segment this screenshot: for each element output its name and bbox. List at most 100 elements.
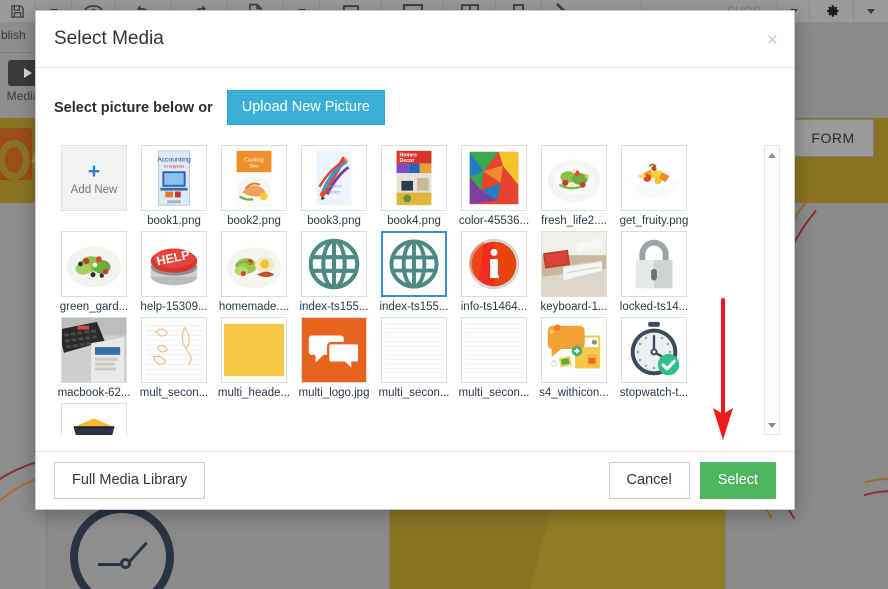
media-item[interactable]: Creative design book3.png: [294, 145, 374, 231]
help-button-thumbnail-art: HELP: [142, 232, 206, 297]
plus-icon: +: [87, 159, 101, 183]
media-item[interactable]: Homes Decor book4.png: [374, 145, 454, 231]
media-item[interactable]: green_gard...: [54, 231, 134, 317]
upload-new-picture-button[interactable]: Upload New Picture: [226, 90, 385, 126]
media-thumbnail: HELP: [141, 231, 207, 298]
media-item-filename: multi_secon...: [378, 387, 450, 400]
media-item-filename: homemade....: [218, 301, 290, 314]
keyboard-thumbnail-art: [542, 232, 606, 297]
faint-sketch-thumbnail-art: [142, 318, 206, 383]
media-item[interactable]: mult_secon...: [134, 317, 214, 403]
media-thumbnail: [381, 231, 447, 298]
media-item-filename: fresh_life2....: [541, 215, 607, 228]
macbook-thumbnail-art: [62, 318, 126, 383]
media-item[interactable]: color-45536...: [454, 145, 534, 231]
media-item[interactable]: wagon-ts14...: [54, 403, 134, 436]
media-item[interactable]: macbook-62...: [54, 317, 134, 403]
media-item[interactable]: ⏱ s4_withicon...: [534, 317, 614, 403]
s4-icons-thumbnail-art: ⏱: [542, 318, 606, 383]
media-thumbnail: [461, 231, 527, 298]
full-media-library-button[interactable]: Full Media Library: [54, 461, 206, 500]
media-thumbnail: [301, 231, 367, 298]
media-thumbnail: ⏱: [541, 317, 607, 384]
media-item[interactable]: fresh_life2....: [534, 145, 614, 231]
media-item-filename: book1.png: [147, 215, 201, 228]
media-item[interactable]: locked-ts14...: [614, 231, 694, 317]
svg-text:Decor: Decor: [399, 158, 414, 164]
media-item-filename: multi_secon...: [458, 387, 530, 400]
media-item-filename: mult_secon...: [139, 387, 209, 400]
close-icon[interactable]: ×: [767, 31, 778, 50]
media-thumbnail: [621, 231, 687, 298]
media-item[interactable]: multi_secon...: [454, 317, 534, 403]
media-item[interactable]: HELP help-15309...: [134, 231, 214, 317]
media-item[interactable]: Cooking Time book2.png: [214, 145, 294, 231]
media-thumbnail: [221, 317, 287, 384]
picker-instruction-label: Select picture below or: [54, 99, 213, 116]
play-icon: [24, 68, 32, 78]
media-item[interactable]: multi_heade...: [214, 317, 294, 403]
media-item-filename: keyboard-1...: [540, 301, 608, 314]
svg-text:for beginners: for beginners: [164, 165, 185, 169]
gear-dropdown-caret-icon[interactable]: [854, 0, 888, 22]
media-item-filename: help-15309...: [140, 301, 208, 314]
book1-thumbnail-art: Accounting for beginners: [142, 146, 206, 211]
media-item[interactable]: get_fruity.png: [614, 145, 694, 231]
media-item[interactable]: multi_logo.jpg: [294, 317, 374, 403]
book4-thumbnail-art: Homes Decor: [382, 146, 446, 211]
svg-text:⏱: ⏱: [551, 359, 558, 369]
globe-thumbnail-art: [302, 232, 366, 297]
blank-lined2-thumbnail-art: [462, 318, 526, 383]
add-new-tile[interactable]: + Add New: [54, 145, 134, 231]
media-item-filename: s4_withicon...: [539, 387, 609, 400]
chat-logo-thumbnail-art: [302, 318, 366, 383]
add-new-label: Add New: [70, 183, 118, 196]
select-media-modal: Select Media × Select picture below or U…: [35, 10, 795, 510]
media-item[interactable]: info-ts1464...: [454, 231, 534, 317]
chevron-up-icon[interactable]: [765, 148, 779, 162]
form-button[interactable]: FORM: [792, 119, 874, 157]
media-item[interactable]: multi_secon...: [374, 317, 454, 403]
media-thumbnail: [621, 317, 687, 384]
lock-thumbnail-art: [622, 232, 686, 297]
cancel-button[interactable]: Cancel: [608, 461, 690, 500]
homemade-plate-thumbnail-art: [222, 232, 286, 297]
media-item[interactable]: index-ts155...: [294, 231, 374, 317]
blank-lined-thumbnail-art: [382, 318, 446, 383]
media-item-filename: info-ts1464...: [460, 301, 528, 314]
book2-thumbnail-art: Cooking Time: [222, 146, 286, 211]
gear-icon[interactable]: [810, 0, 854, 22]
stopwatch-thumbnail-art: [622, 318, 686, 383]
book3-thumbnail-art: Creative design: [302, 146, 366, 211]
media-thumbnail: [461, 317, 527, 384]
media-item[interactable]: keyboard-1...: [534, 231, 614, 317]
svg-text:Accounting: Accounting: [157, 157, 191, 164]
media-thumbnail: [621, 145, 687, 212]
media-item[interactable]: index-ts155...: [374, 231, 454, 317]
site-logo-mark: [0, 128, 32, 180]
media-item[interactable]: homemade....: [214, 231, 294, 317]
save-icon[interactable]: [0, 0, 36, 22]
media-item-filename: index-ts155...: [299, 301, 369, 314]
media-thumbnail: [221, 231, 287, 298]
media-grid-scrollbar[interactable]: [764, 145, 780, 436]
media-thumbnail: [381, 317, 447, 384]
media-grid-wrapper: + Add New Accounting for beginners book1.p…: [54, 145, 780, 436]
media-item-filename: color-45536...: [458, 215, 530, 228]
chevron-down-icon[interactable]: [765, 418, 779, 432]
media-thumbnail: Cooking Time: [221, 145, 287, 212]
fruit-bowl-thumbnail-art: [622, 146, 686, 211]
media-item[interactable]: stopwatch-t...: [614, 317, 694, 403]
screen: SHOP blish Media A FORM: [0, 0, 888, 589]
media-item-filename: macbook-62...: [57, 387, 131, 400]
media-thumbnail: [61, 231, 127, 298]
media-thumbnail: [141, 317, 207, 384]
modal-header: Select Media ×: [36, 11, 794, 68]
media-thumbnail: [461, 145, 527, 212]
media-item[interactable]: Accounting for beginners book1.png: [134, 145, 214, 231]
yellow-block-thumbnail-art: [222, 318, 286, 383]
select-button[interactable]: Select: [699, 461, 776, 500]
modal-footer: Full Media Library Cancel Select: [36, 451, 794, 509]
globe-thumbnail-art: [383, 233, 445, 296]
media-thumbnail: [541, 231, 607, 298]
